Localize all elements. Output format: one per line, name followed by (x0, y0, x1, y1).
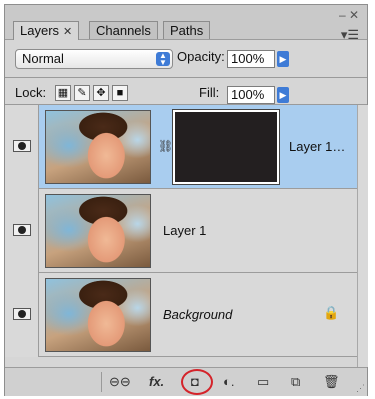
lock-position-move-icon[interactable]: ✥ (93, 85, 109, 101)
new-group-folder-icon[interactable]: ▭ (257, 374, 269, 390)
adjustment-layer-icon[interactable]: ◐. (223, 374, 234, 390)
select-arrows-icon: ▲ ▼ (156, 52, 170, 67)
lock-all-icon[interactable]: ■ (112, 85, 128, 101)
fill-input[interactable]: 100% (227, 86, 275, 104)
layer-mask-thumbnail[interactable] (172, 109, 280, 185)
lock-label: Lock: (15, 85, 47, 100)
layer-row[interactable]: Layer 1 (5, 189, 357, 273)
opacity-label: Opacity: (177, 49, 225, 64)
bottom-toolbar: ⊖⊖ fx. ◘ ◐. ▭ ⧉ 🗑 ⋰ (5, 367, 367, 396)
opacity-input[interactable]: 100% (227, 50, 275, 68)
layer-name: Layer 1 (163, 223, 207, 238)
visibility-toggle[interactable] (5, 189, 39, 273)
blend-mode-select[interactable]: Normal ▲ ▼ (15, 49, 173, 69)
layers-panel: Layers ✕ Channels Paths – ✕ ▾☰ Normal ▲ ▼ … (4, 4, 368, 396)
photo-image (46, 279, 150, 351)
highlight-circle (181, 369, 213, 395)
fill-label: Fill: (199, 85, 220, 100)
toolbar-divider (101, 372, 102, 392)
layer-thumbnail[interactable] (45, 278, 151, 352)
tab-paths[interactable]: Paths (163, 21, 211, 39)
fill-flyout-icon[interactable]: ▶ (277, 87, 289, 103)
tab-close-icon[interactable]: ✕ (63, 26, 72, 38)
eye-icon (13, 140, 31, 152)
layer-thumbnail[interactable] (45, 110, 151, 184)
blend-mode-value: Normal (22, 51, 64, 66)
layer-row[interactable]: ⛓ Layer 1… (5, 105, 357, 189)
layer-lock-icon: 🔒 (323, 305, 340, 320)
layer-row[interactable]: Background 🔒 (5, 273, 357, 357)
layer-name: Layer 1… (289, 139, 346, 154)
tab-channels[interactable]: Channels (89, 21, 158, 39)
divider (5, 77, 367, 78)
new-layer-icon[interactable]: ⧉ (291, 374, 300, 390)
eye-icon (13, 308, 31, 320)
panel-menu-icon[interactable]: ▾☰ (341, 27, 359, 43)
mask-link-chain-icon[interactable]: ⛓ (158, 139, 173, 153)
panel-tab-bar: Layers ✕ Channels Paths – ✕ ▾☰ (5, 5, 367, 43)
panel-collapse-close-icon[interactable]: – ✕ (339, 9, 359, 21)
delete-layer-trash-icon[interactable]: 🗑 (323, 374, 340, 390)
lock-image-brush-icon[interactable]: ✎ (74, 85, 90, 101)
tab-paths-label: Paths (170, 23, 204, 38)
layers-scrollbar[interactable] (357, 105, 368, 367)
visibility-toggle[interactable] (5, 105, 39, 189)
lock-transparent-icon[interactable]: ▦ (55, 85, 71, 101)
layer-thumbnail[interactable] (45, 194, 151, 268)
photo-image (46, 111, 150, 183)
photo-image (46, 195, 150, 267)
layer-style-fx-icon[interactable]: fx. (149, 374, 164, 390)
resize-grip-icon[interactable]: ⋰ (356, 383, 365, 394)
layer-name: Background (163, 307, 233, 322)
link-layers-icon[interactable]: ⊖⊖ (109, 374, 131, 390)
visibility-toggle[interactable] (5, 273, 39, 357)
opacity-flyout-icon[interactable]: ▶ (277, 51, 289, 67)
tab-layers-label: Layers (20, 23, 60, 38)
tab-channels-label: Channels (96, 23, 151, 38)
eye-icon (13, 224, 31, 236)
tab-layers[interactable]: Layers ✕ (13, 21, 80, 40)
